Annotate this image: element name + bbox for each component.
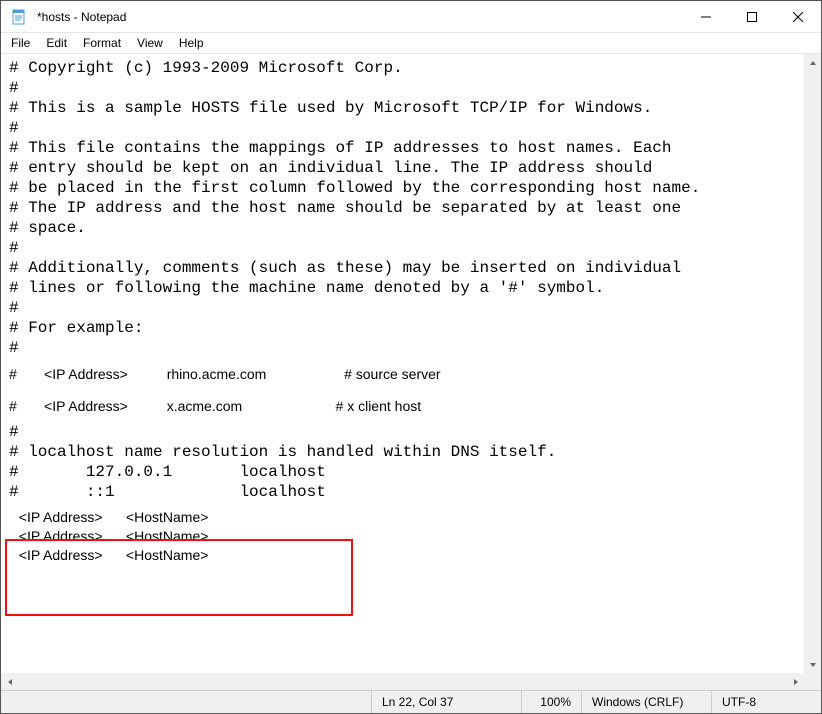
text-editor[interactable]: # Copyright (c) 1993-2009 Microsoft Corp… xyxy=(1,54,804,673)
example-row: # <IP Address> x.acme.com # x client hos… xyxy=(9,390,802,422)
status-spacer xyxy=(1,691,371,713)
menu-help[interactable]: Help xyxy=(171,34,212,52)
scroll-left-icon[interactable] xyxy=(1,673,18,690)
menu-file[interactable]: File xyxy=(3,34,38,52)
title-bar: *hosts - Notepad xyxy=(1,1,821,33)
scroll-down-icon[interactable] xyxy=(804,656,821,673)
example-row: # <IP Address> rhino.acme.com # source s… xyxy=(9,358,802,390)
editor-area: # Copyright (c) 1993-2009 Microsoft Corp… xyxy=(1,54,821,690)
minimize-button[interactable] xyxy=(683,1,729,32)
menu-edit[interactable]: Edit xyxy=(38,34,75,52)
added-entries: <IP Address> <HostName> <IP Address> <Ho… xyxy=(9,502,802,571)
menu-view[interactable]: View xyxy=(129,34,171,52)
status-lncol: Ln 22, Col 37 xyxy=(371,691,521,713)
window-title: *hosts - Notepad xyxy=(35,10,683,24)
scroll-up-icon[interactable] xyxy=(804,54,821,71)
added-entry-row: <IP Address> <HostName> xyxy=(11,546,800,565)
menu-bar: File Edit Format View Help xyxy=(1,33,821,54)
window-controls xyxy=(683,1,821,32)
status-zoom: 100% xyxy=(521,691,581,713)
horizontal-scrollbar[interactable] xyxy=(1,673,804,690)
added-entry-row: <IP Address> <HostName> xyxy=(11,508,800,527)
notepad-icon xyxy=(11,9,27,25)
scrollbar-corner xyxy=(804,673,821,690)
status-eol: Windows (CRLF) xyxy=(581,691,711,713)
menu-format[interactable]: Format xyxy=(75,34,129,52)
status-encoding: UTF-8 xyxy=(711,691,821,713)
vertical-scrollbar[interactable] xyxy=(804,54,821,673)
added-entry-row: <IP Address> <HostName> xyxy=(11,527,800,546)
status-bar: Ln 22, Col 37 100% Windows (CRLF) UTF-8 xyxy=(1,690,821,713)
scroll-right-icon[interactable] xyxy=(787,673,804,690)
maximize-button[interactable] xyxy=(729,1,775,32)
close-button[interactable] xyxy=(775,1,821,32)
